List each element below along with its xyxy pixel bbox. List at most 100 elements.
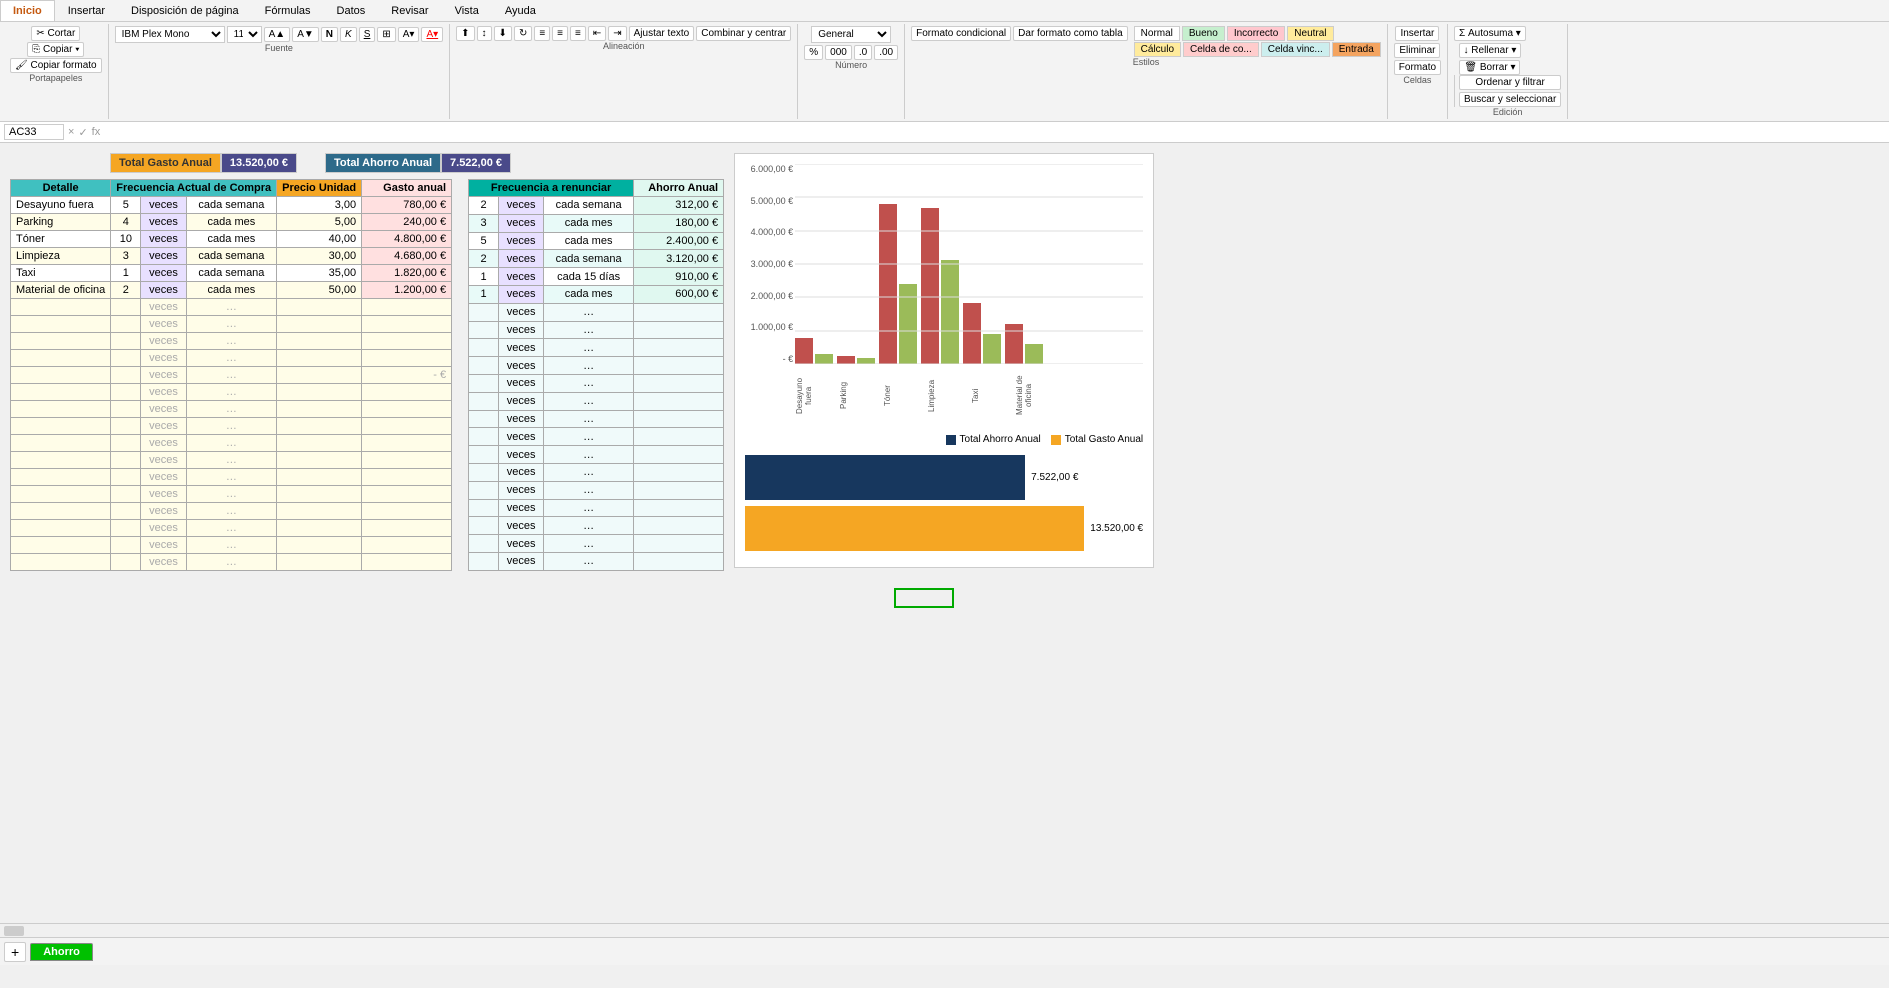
style-bueno[interactable]: Bueno xyxy=(1182,26,1225,41)
cell-veces-1[interactable]: veces xyxy=(141,197,186,214)
font-size-select[interactable]: 11 xyxy=(227,26,262,43)
btn-rellenar[interactable]: ↓ Rellenar ▾ xyxy=(1459,43,1522,58)
style-incorrecto[interactable]: Incorrecto xyxy=(1227,26,1285,41)
cell-gasto-5[interactable]: 1.820,00 € xyxy=(362,265,452,282)
btn-formato-tabla[interactable]: Dar formato como tabla xyxy=(1013,26,1128,41)
btn-decrease-font[interactable]: A▼ xyxy=(292,27,319,42)
btn-increase-font[interactable]: A▲ xyxy=(264,27,291,42)
btn-align-mid[interactable]: ↕ xyxy=(477,26,492,41)
cell-gasto-2[interactable]: 240,00 € xyxy=(362,214,452,231)
btn-font-color[interactable]: A▾ xyxy=(421,27,443,42)
cell-cada-6[interactable]: cada mes xyxy=(186,282,276,299)
cell-cada-1[interactable]: cada semana xyxy=(186,197,276,214)
btn-align-top[interactable]: ⬆ xyxy=(456,26,474,41)
add-sheet-button[interactable]: + xyxy=(4,942,26,962)
number-format-select[interactable]: General xyxy=(811,26,891,43)
cell-freq-5[interactable]: 1 xyxy=(111,265,141,282)
btn-borrar[interactable]: 🗑 Borrar ▾ xyxy=(1459,60,1520,75)
btn-buscar-seleccionar[interactable]: Buscar y seleccionar xyxy=(1459,92,1561,107)
sheet-tab-ahorro[interactable]: Ahorro xyxy=(30,943,93,961)
cell-reference[interactable] xyxy=(4,124,64,140)
cell-detalle-6[interactable]: Material de oficina xyxy=(11,282,111,299)
btn-align-left[interactable]: ≡ xyxy=(534,26,550,41)
tab-revisar[interactable]: Revisar xyxy=(378,0,441,21)
btn-align-bot[interactable]: ⬇ xyxy=(494,26,512,41)
btn-fill-color[interactable]: A▾ xyxy=(398,27,420,42)
btn-insertar[interactable]: Insertar xyxy=(1395,26,1439,41)
btn-wrap-text[interactable]: Ajustar texto xyxy=(629,26,695,41)
formula-input[interactable] xyxy=(104,124,1885,140)
cell-cada-4[interactable]: cada semana xyxy=(186,248,276,265)
btn-comma[interactable]: 000 xyxy=(825,45,852,60)
btn-rotate[interactable]: ↻ xyxy=(514,26,532,41)
table-row-empty: veces… - € xyxy=(11,367,452,384)
btn-align-center[interactable]: ≡ xyxy=(552,26,568,41)
btn-indent-inc[interactable]: ⇥ xyxy=(608,26,626,41)
btn-bold[interactable]: N xyxy=(321,27,338,42)
cell-freq-1[interactable]: 5 xyxy=(111,197,141,214)
cell-gasto-1[interactable]: 780,00 € xyxy=(362,197,452,214)
cell-detalle-4[interactable]: Limpieza xyxy=(11,248,111,265)
btn-cortar[interactable]: ✂ Cortar xyxy=(31,26,80,41)
btn-eliminar[interactable]: Eliminar xyxy=(1394,43,1440,58)
btn-align-right[interactable]: ≡ xyxy=(570,26,586,41)
cell-gasto-4[interactable]: 4.680,00 € xyxy=(362,248,452,265)
cell-precio-5[interactable]: 35,00 xyxy=(277,265,362,282)
btn-ordenar-filtrar[interactable]: Ordenar y filtrar xyxy=(1459,75,1561,90)
style-celda-vinc[interactable]: Celda vinc... xyxy=(1261,42,1330,57)
btn-merge[interactable]: Combinar y centrar xyxy=(696,26,791,41)
font-family-select[interactable]: IBM Plex Mono xyxy=(115,26,225,43)
scroll-bar[interactable] xyxy=(0,923,1889,937)
cell-gasto-6[interactable]: 1.200,00 € xyxy=(362,282,452,299)
btn-copiar-formato[interactable]: 🖌 Copiar formato xyxy=(10,58,102,73)
cell-precio-4[interactable]: 30,00 xyxy=(277,248,362,265)
cell-detalle-5[interactable]: Taxi xyxy=(11,265,111,282)
style-celda-co[interactable]: Celda de co... xyxy=(1183,42,1259,57)
btn-italic[interactable]: K xyxy=(340,27,357,42)
cell-freq-6[interactable]: 2 xyxy=(111,282,141,299)
cell-cada-2[interactable]: cada mes xyxy=(186,214,276,231)
tab-datos[interactable]: Datos xyxy=(324,0,379,21)
btn-copiar[interactable]: ⎘ Copiar ▾ xyxy=(27,42,84,57)
style-neutral[interactable]: Neutral xyxy=(1287,26,1333,41)
cell-detalle-2[interactable]: Parking xyxy=(11,214,111,231)
tab-insertar[interactable]: Insertar xyxy=(55,0,118,21)
cell-freq-4[interactable]: 3 xyxy=(111,248,141,265)
tab-inicio[interactable]: Inicio xyxy=(0,0,55,21)
cell-detalle-1[interactable]: Desayuno fuera xyxy=(11,197,111,214)
cell-freq-2[interactable]: 4 xyxy=(111,214,141,231)
cell-gasto-3[interactable]: 4.800,00 € xyxy=(362,231,452,248)
tab-disposicion[interactable]: Disposición de página xyxy=(118,0,252,21)
cell-veces-6[interactable]: veces xyxy=(141,282,186,299)
cell-precio-1[interactable]: 3,00 xyxy=(277,197,362,214)
btn-indent-dec[interactable]: ⇤ xyxy=(588,26,606,41)
cell-cada-5[interactable]: cada semana xyxy=(186,265,276,282)
cell-precio-3[interactable]: 40,00 xyxy=(277,231,362,248)
cell-cada-3[interactable]: cada mes xyxy=(186,231,276,248)
btn-pct[interactable]: % xyxy=(804,45,823,60)
cell-veces-2[interactable]: veces xyxy=(141,214,186,231)
style-entrada[interactable]: Entrada xyxy=(1332,42,1381,57)
btn-border[interactable]: ⊞ xyxy=(377,27,395,42)
cell-veces-5[interactable]: veces xyxy=(141,265,186,282)
cell-detalle-3[interactable]: Tóner xyxy=(11,231,111,248)
tab-formulas[interactable]: Fórmulas xyxy=(252,0,324,21)
tab-vista[interactable]: Vista xyxy=(442,0,492,21)
cell-veces-4[interactable]: veces xyxy=(141,248,186,265)
btn-autosuma[interactable]: Σ Autosuma ▾ xyxy=(1454,26,1526,41)
btn-formato-condicional[interactable]: Formato condicional xyxy=(911,26,1011,41)
btn-dec-dec[interactable]: .00 xyxy=(874,45,898,60)
cell-precio-6[interactable]: 50,00 xyxy=(277,282,362,299)
btn-formato[interactable]: Formato xyxy=(1394,60,1441,75)
cell-veces-3[interactable]: veces xyxy=(141,231,186,248)
selected-cell-indicator[interactable] xyxy=(894,588,1879,608)
tab-ayuda[interactable]: Ayuda xyxy=(492,0,549,21)
scroll-thumb[interactable] xyxy=(4,926,24,936)
btn-dec-inc[interactable]: .0 xyxy=(854,45,872,60)
cell-precio-2[interactable]: 5,00 xyxy=(277,214,362,231)
table-row-empty: veces … xyxy=(469,392,724,410)
style-calculo[interactable]: Cálculo xyxy=(1134,42,1181,57)
cell-freq-3[interactable]: 10 xyxy=(111,231,141,248)
style-normal[interactable]: Normal xyxy=(1134,26,1180,41)
btn-underline[interactable]: S xyxy=(359,27,376,42)
